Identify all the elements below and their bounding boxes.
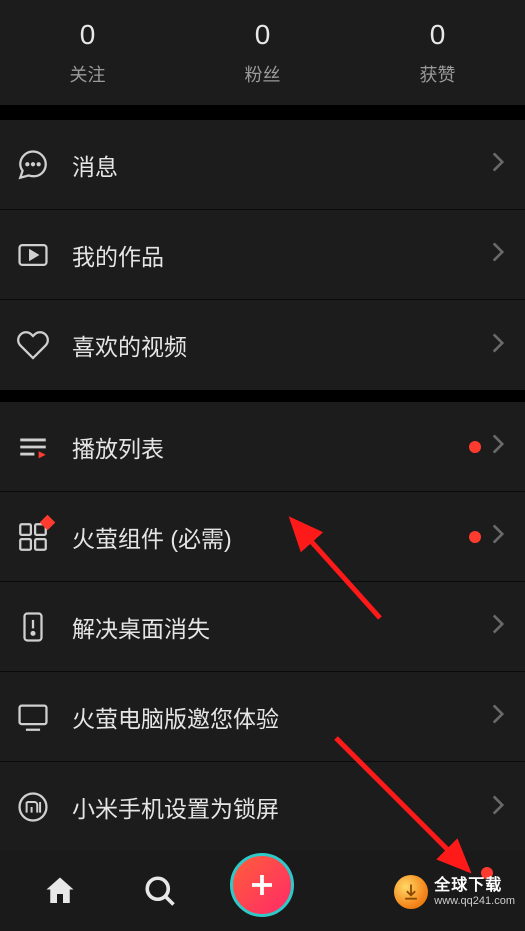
menu-label: 火萤电脑版邀您体验 <box>72 700 491 734</box>
menu-label: 播放列表 <box>72 430 469 464</box>
chevron-right-icon <box>491 614 505 639</box>
notification-dot <box>469 441 481 453</box>
menu-label: 小米手机设置为锁屏 <box>72 790 491 824</box>
stat-value: 0 <box>430 19 446 51</box>
chevron-right-icon <box>491 333 505 358</box>
widget-icon <box>16 520 50 554</box>
monitor-icon <box>16 700 50 734</box>
menu-group-2: 播放列表 火萤组件 (必需) 解决桌面消失 火萤电脑版邀您体验 <box>0 402 525 852</box>
menu-label: 消息 <box>72 148 491 182</box>
menu-messages[interactable]: 消息 <box>0 120 525 210</box>
playlist-icon <box>16 430 50 464</box>
menu-xiaomi-lockscreen[interactable]: 小米手机设置为锁屏 <box>0 762 525 852</box>
chevron-right-icon <box>491 242 505 267</box>
video-icon <box>16 238 50 272</box>
nav-search[interactable] <box>130 861 190 921</box>
watermark-title: 全球下载 <box>434 877 515 895</box>
nav-home[interactable] <box>30 861 90 921</box>
menu-pc-version[interactable]: 火萤电脑版邀您体验 <box>0 672 525 762</box>
nav-create[interactable] <box>230 853 294 917</box>
stat-value: 0 <box>80 19 96 51</box>
stat-fans[interactable]: 0 粉丝 <box>175 0 350 105</box>
menu-desktop-fix[interactable]: 解决桌面消失 <box>0 582 525 672</box>
stat-value: 0 <box>255 19 271 51</box>
menu-label: 喜欢的视频 <box>72 328 491 362</box>
menu-widget[interactable]: 火萤组件 (必需) <box>0 492 525 582</box>
heart-icon <box>16 328 50 362</box>
message-icon <box>16 148 50 182</box>
spacer <box>0 108 525 120</box>
chevron-right-icon <box>491 795 505 820</box>
stat-label: 获赞 <box>420 61 456 87</box>
menu-label: 我的作品 <box>72 238 491 272</box>
alert-phone-icon <box>16 610 50 644</box>
chevron-right-icon <box>491 434 505 459</box>
stat-following[interactable]: 0 关注 <box>0 0 175 105</box>
menu-liked-videos[interactable]: 喜欢的视频 <box>0 300 525 390</box>
nav-placeholder[interactable] <box>335 861 395 921</box>
stat-label: 粉丝 <box>245 61 281 87</box>
menu-label: 火萤组件 (必需) <box>72 520 469 554</box>
watermark-sub: www.qq241.com <box>434 895 515 907</box>
stat-likes[interactable]: 0 获赞 <box>350 0 525 105</box>
watermark-logo-icon <box>394 875 428 909</box>
menu-my-works[interactable]: 我的作品 <box>0 210 525 300</box>
chevron-right-icon <box>491 152 505 177</box>
notification-dot <box>469 531 481 543</box>
menu-label: 解决桌面消失 <box>72 610 491 644</box>
spacer <box>0 390 525 402</box>
watermark: 全球下载 www.qq241.com <box>394 875 515 909</box>
chevron-right-icon <box>491 524 505 549</box>
stat-label: 关注 <box>70 61 106 87</box>
menu-playlist[interactable]: 播放列表 <box>0 402 525 492</box>
chevron-right-icon <box>491 704 505 729</box>
menu-group-1: 消息 我的作品 喜欢的视频 <box>0 120 525 390</box>
xiaomi-icon <box>16 790 50 824</box>
stats-bar: 0 关注 0 粉丝 0 获赞 <box>0 0 525 108</box>
